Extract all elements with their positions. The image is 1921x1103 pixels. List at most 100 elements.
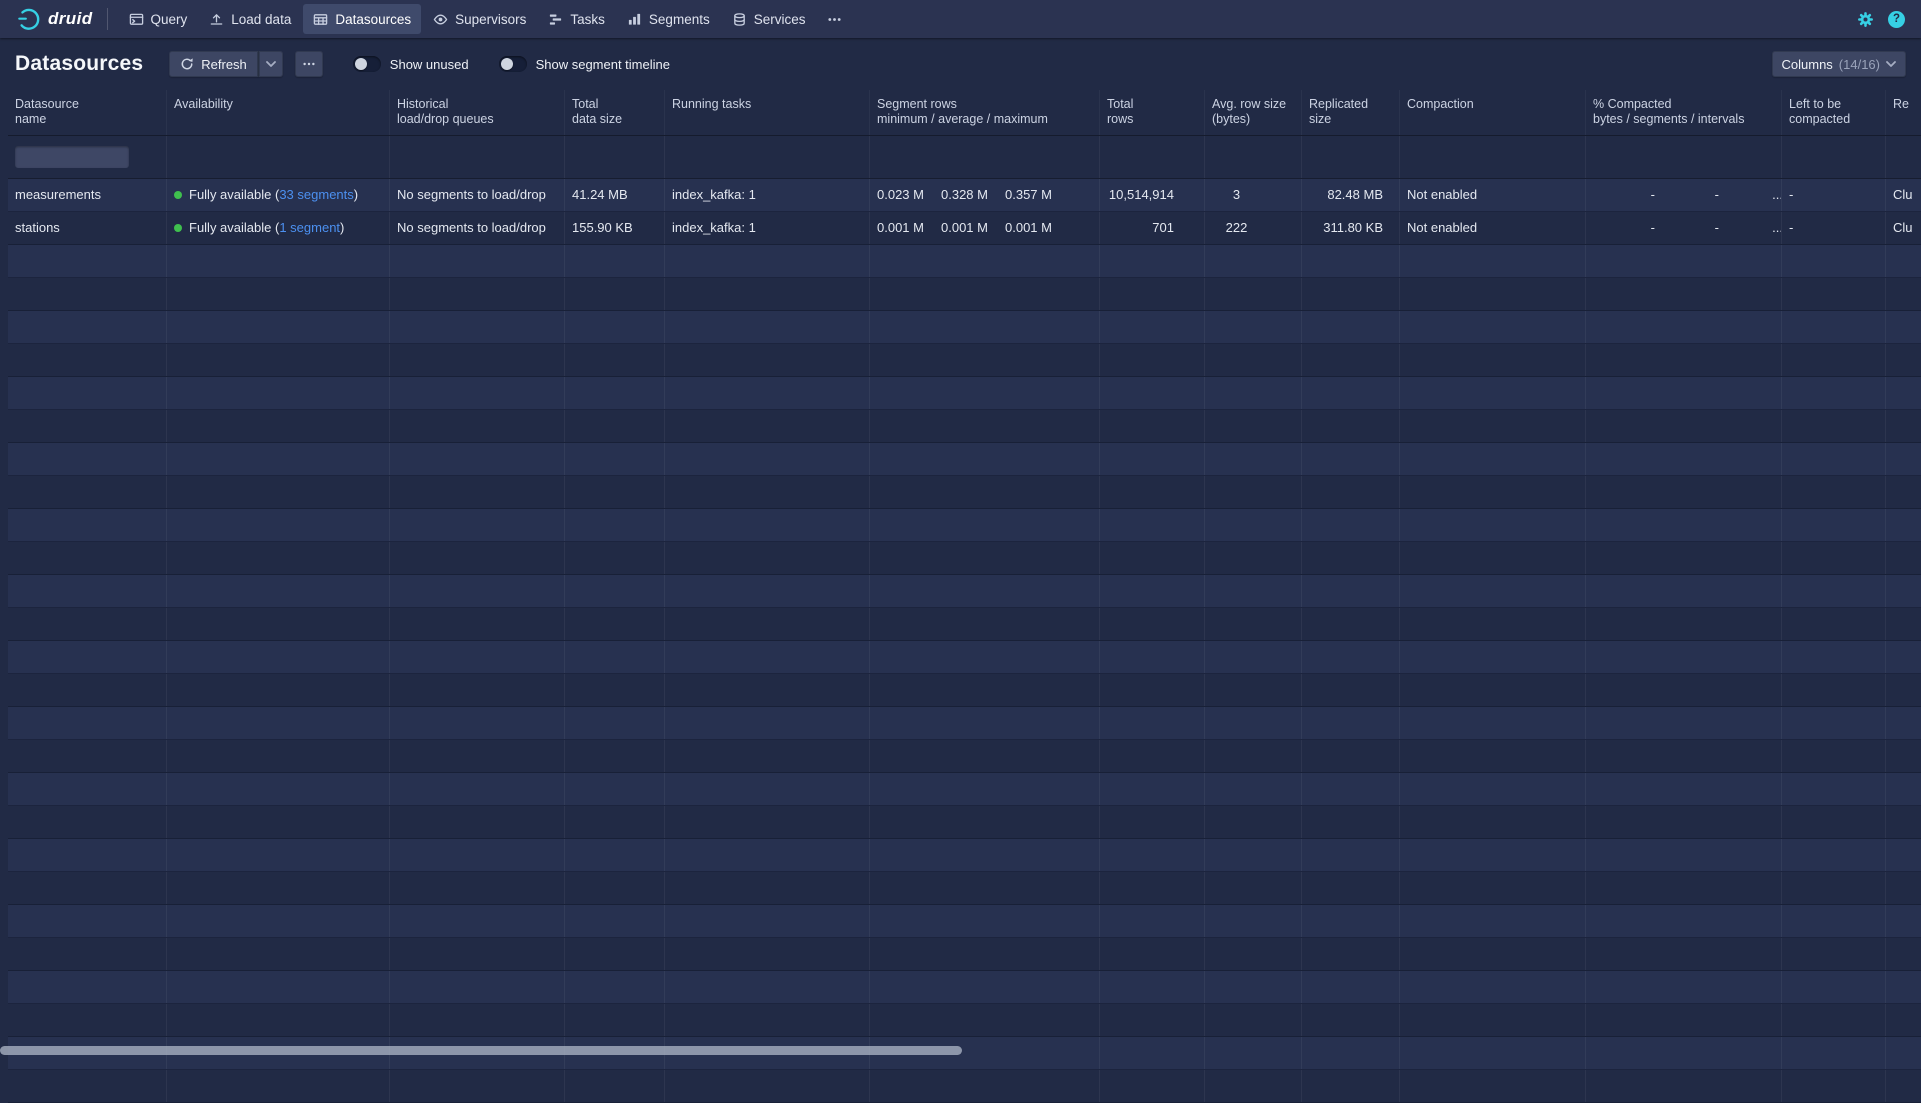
nav-item-load-data[interactable]: Load data <box>199 4 301 34</box>
col-header-line: Historical <box>397 97 557 112</box>
col-header-running-tasks[interactable]: Running tasks <box>665 90 870 135</box>
pct-compacted-cell: --... <box>1586 179 1782 211</box>
nav-item-segments[interactable]: Segments <box>617 4 720 34</box>
col-header-line: Total <box>1107 97 1197 112</box>
running-tasks-cell: index_kafka: 1 <box>665 179 870 211</box>
avg-row-size-cell: 222 <box>1205 212 1302 244</box>
col-header-left-to-compact[interactable]: Left to be compacted <box>1782 90 1886 135</box>
col-header-avg-row-size[interactable]: Avg. row size (bytes) <box>1205 90 1302 135</box>
refresh-button-label: Refresh <box>201 57 247 72</box>
segments-count-link[interactable]: 33 segments <box>279 187 353 202</box>
col-header-pct-compacted[interactable]: % Compacted bytes / segments / intervals <box>1586 90 1782 135</box>
nav-more-button[interactable] <box>817 4 852 34</box>
availability-text-close: ) <box>354 187 358 202</box>
col-header-line: size <box>1309 112 1392 127</box>
col-header-line: Total <box>572 97 657 112</box>
help-icon[interactable]: ? <box>1888 11 1905 28</box>
col-header-line: rows <box>1107 112 1197 127</box>
more-ellipsis-icon <box>302 57 316 71</box>
segment-rows-min: 0.001 M <box>877 212 941 243</box>
settings-gear-icon[interactable] <box>1857 11 1874 28</box>
retention-cell: Clu <box>1886 179 1921 211</box>
col-header-datasource-name[interactable]: Datasource name <box>8 90 167 135</box>
col-header-line: compacted <box>1789 112 1878 127</box>
show-unused-toggle[interactable]: Show unused <box>353 56 469 72</box>
col-header-replicated-size[interactable]: Replicated size <box>1302 90 1400 135</box>
empty-table-row <box>8 311 1921 344</box>
page-header: Datasources Refresh Show unused Show seg… <box>0 38 1921 90</box>
refresh-button[interactable]: Refresh <box>169 51 258 77</box>
col-header-line: Segment rows <box>877 97 1092 112</box>
load-drop-queues-cell: No segments to load/drop <box>390 179 565 211</box>
left-to-compact-cell: - <box>1782 179 1886 211</box>
nav-item-query[interactable]: Query <box>119 4 198 34</box>
table-row-measurements[interactable]: measurements Fully available (33 segment… <box>8 179 1921 212</box>
more-actions-button[interactable] <box>295 51 323 77</box>
segment-rows-max: 0.357 M <box>1005 179 1069 210</box>
empty-table-row <box>8 377 1921 410</box>
eye-icon <box>433 12 448 27</box>
col-header-availability[interactable]: Availability <box>167 90 390 135</box>
druid-logo[interactable]: druid <box>12 7 97 32</box>
empty-table-row <box>8 806 1921 839</box>
nav-item-label: Services <box>754 12 806 27</box>
nav-item-label: Segments <box>649 12 710 27</box>
toggle-track[interactable] <box>353 56 381 72</box>
table-row-stations[interactable]: stations Fully available (1 segment) No … <box>8 212 1921 245</box>
empty-table-row <box>8 1004 1921 1037</box>
brand-wordmark: druid <box>48 9 93 29</box>
segment-rows-cell: 0.001 M0.001 M0.001 M <box>870 212 1100 244</box>
topnav-right-controls: ? <box>1857 11 1909 28</box>
segments-count-link[interactable]: 1 segment <box>279 220 340 235</box>
col-header-segment-rows[interactable]: Segment rows minimum / average / maximum <box>870 90 1100 135</box>
nav-item-datasources[interactable]: Datasources <box>303 4 421 34</box>
columns-button-label: Columns <box>1782 57 1833 72</box>
empty-table-row <box>8 740 1921 773</box>
col-header-retention[interactable]: Re <box>1886 90 1921 135</box>
columns-button[interactable]: Columns (14/16) <box>1772 51 1907 77</box>
empty-table-row <box>8 245 1921 278</box>
nav-item-supervisors[interactable]: Supervisors <box>423 4 536 34</box>
horizontal-scrollbar-thumb[interactable] <box>0 1046 962 1055</box>
segment-rows-min: 0.023 M <box>877 179 941 210</box>
show-segment-timeline-toggle[interactable]: Show segment timeline <box>499 56 670 72</box>
col-header-total-rows[interactable]: Total rows <box>1100 90 1205 135</box>
col-header-compaction[interactable]: Compaction <box>1400 90 1586 135</box>
segment-rows-avg: 0.001 M <box>941 212 1005 243</box>
col-header-line: minimum / average / maximum <box>877 112 1092 127</box>
filter-cell-name <box>8 136 167 178</box>
toggle-knob <box>355 58 367 70</box>
compaction-cell: Not enabled <box>1400 212 1586 244</box>
name-filter-input[interactable] <box>15 146 129 168</box>
chevron-down-icon <box>266 61 276 67</box>
pct-segments: - <box>1657 212 1721 243</box>
col-header-line: Availability <box>174 97 382 112</box>
nav-divider <box>107 8 108 30</box>
toggle-knob <box>501 58 513 70</box>
datasource-name-cell[interactable]: measurements <box>8 179 167 211</box>
col-header-line: bytes / segments / intervals <box>1593 112 1774 127</box>
nav-item-services[interactable]: Services <box>722 4 816 34</box>
pct-compacted-cell: --... <box>1586 212 1782 244</box>
database-icon <box>732 12 747 27</box>
replicated-size-cell: 311.80 KB <box>1302 212 1400 244</box>
segment-rows-max: 0.001 M <box>1005 212 1069 243</box>
empty-table-row <box>8 905 1921 938</box>
col-header-line: % Compacted <box>1593 97 1774 112</box>
col-header-line: Datasource <box>15 97 159 112</box>
refresh-dropdown-button[interactable] <box>258 51 283 77</box>
more-ellipsis-icon <box>827 12 842 27</box>
empty-table-row <box>8 410 1921 443</box>
col-header-line: Running tasks <box>672 97 862 112</box>
empty-table-row <box>8 509 1921 542</box>
left-to-compact-cell: - <box>1782 212 1886 244</box>
refresh-icon <box>180 57 194 71</box>
col-header-historical-queues[interactable]: Historical load/drop queues <box>390 90 565 135</box>
col-header-total-data-size[interactable]: Total data size <box>565 90 665 135</box>
load-drop-queues-cell: No segments to load/drop <box>390 212 565 244</box>
toggle-track[interactable] <box>499 56 527 72</box>
empty-table-row <box>8 278 1921 311</box>
nav-item-tasks[interactable]: Tasks <box>538 4 615 34</box>
page-title: Datasources <box>15 52 143 76</box>
datasource-name-cell[interactable]: stations <box>8 212 167 244</box>
